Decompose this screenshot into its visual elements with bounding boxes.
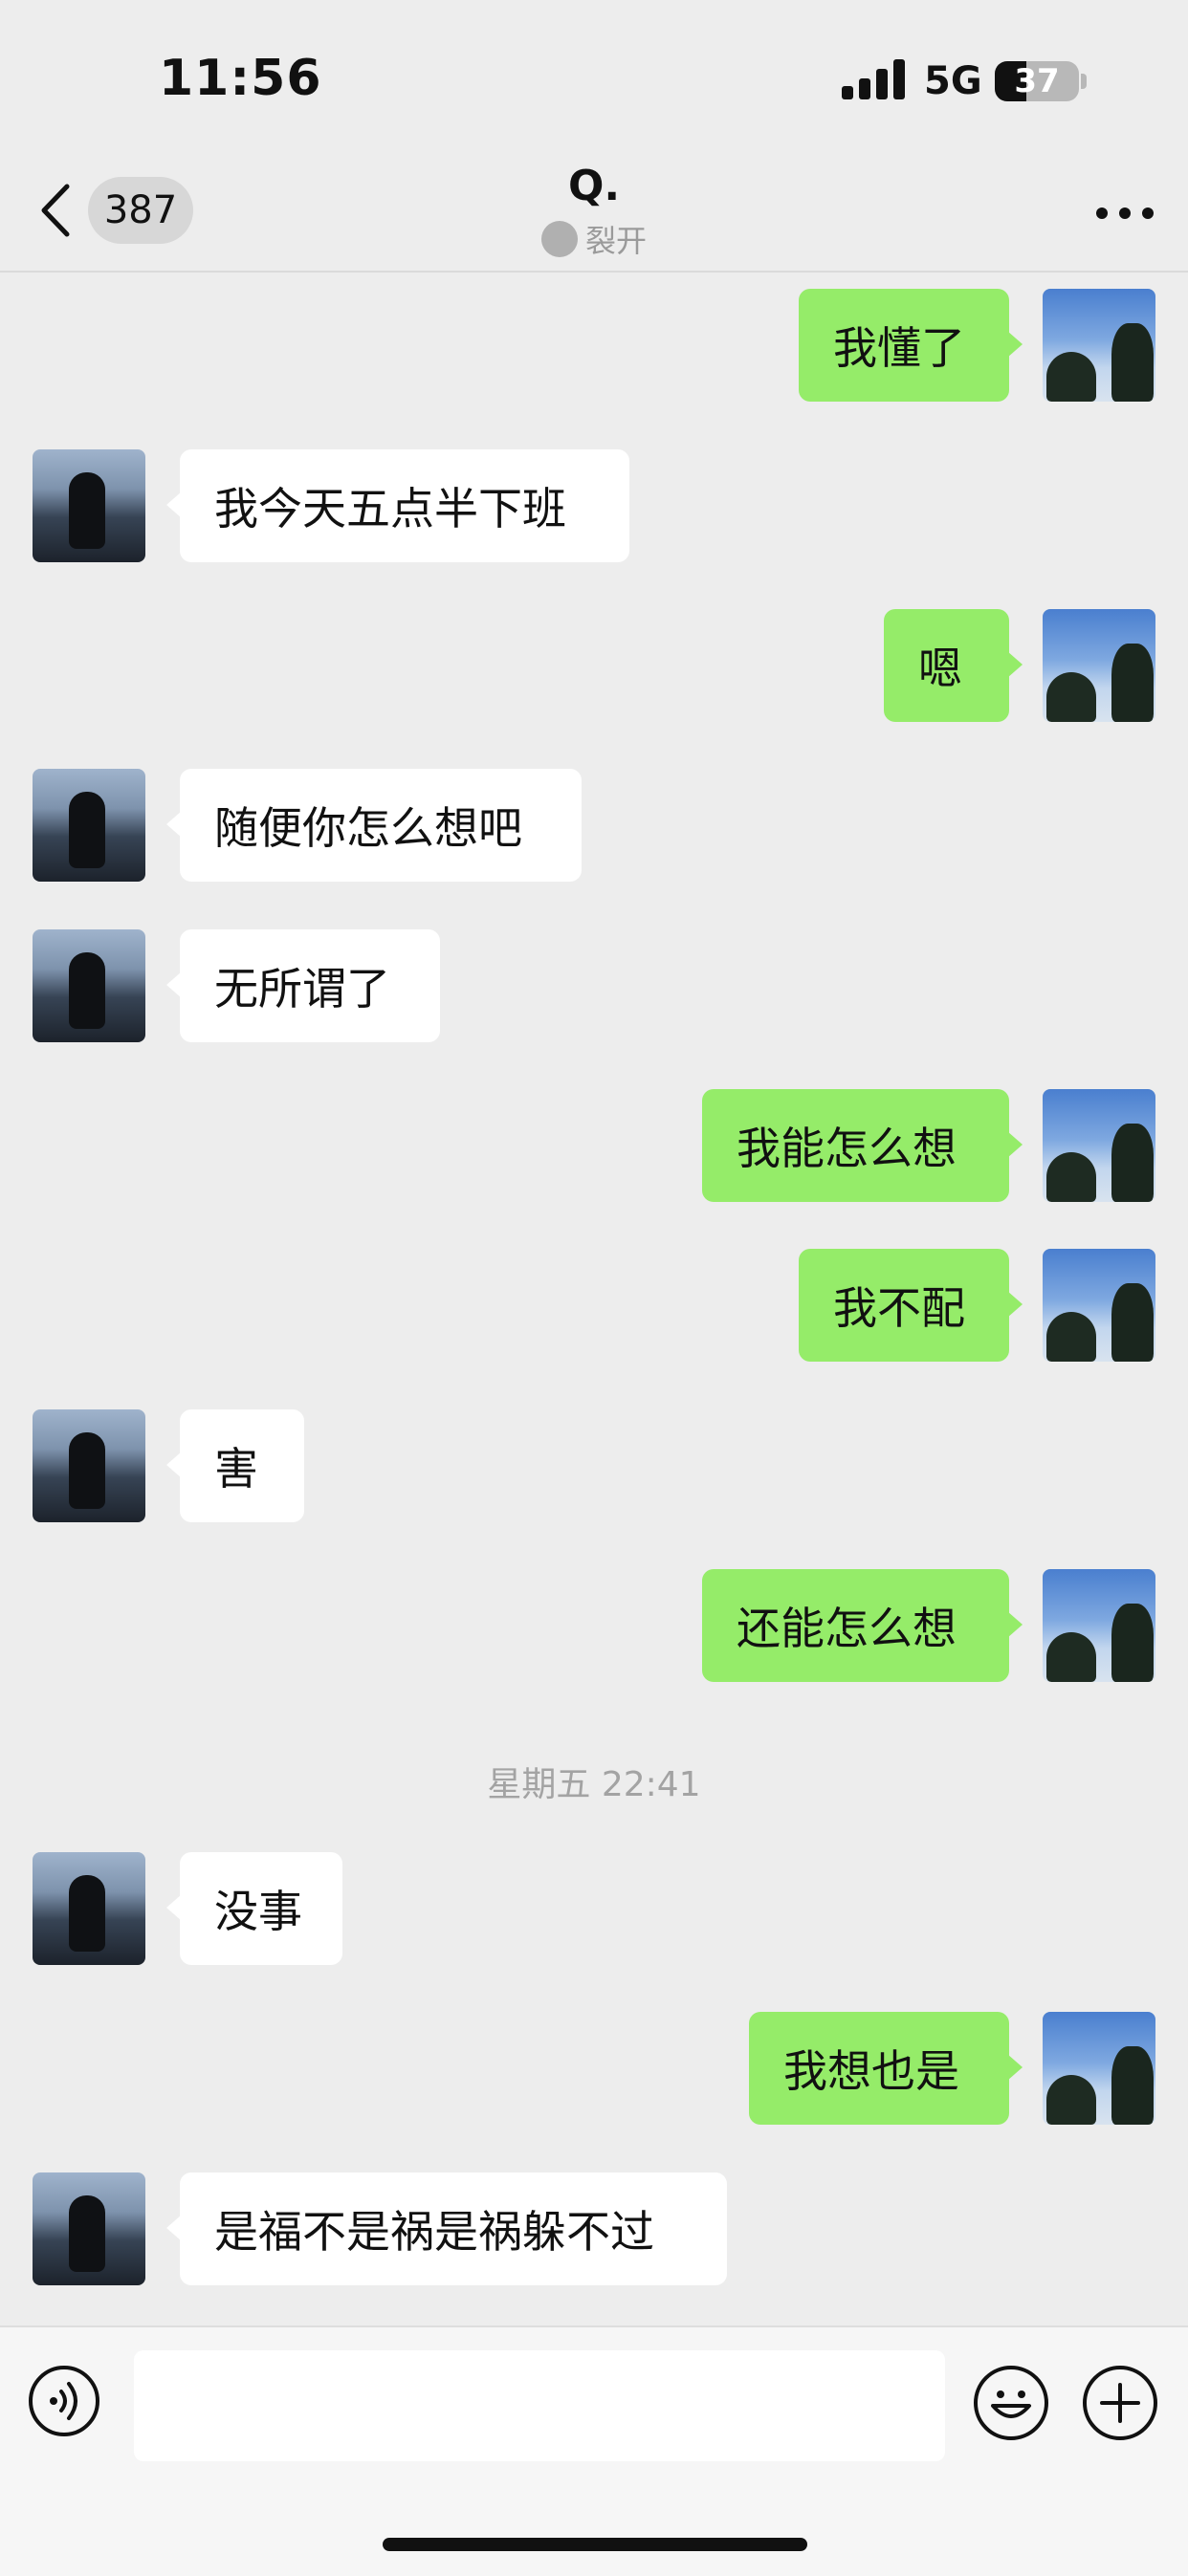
message-row-received: 没事 [0, 1852, 1188, 1965]
emoji-icon[interactable] [974, 2366, 1048, 2440]
voice-waves-icon [50, 2382, 77, 2420]
contact-avatar[interactable] [33, 2172, 145, 2285]
message-timestamp: 星期五 22:41 [487, 1765, 701, 1804]
message-row-received: 无所谓了 [0, 929, 1188, 1042]
message-bubble-sent[interactable]: 还能怎么想 [702, 1569, 1023, 1682]
contact-avatar[interactable] [33, 929, 145, 1042]
message-row-received: 我今天五点半下班 [0, 449, 1188, 562]
contact-avatar[interactable] [33, 769, 145, 882]
message-row-sent: 嗯 [0, 609, 1188, 722]
plus-icon [1100, 2383, 1140, 2423]
message-bubble-received[interactable]: 没事 [166, 1852, 342, 1965]
contact-avatar[interactable] [33, 1409, 145, 1522]
contact-avatar[interactable] [33, 1852, 145, 1965]
my-avatar[interactable] [1043, 289, 1155, 402]
message-bubble-received[interactable]: 随便你怎么想吧 [166, 769, 582, 882]
message-row-sent: 我想也是 [0, 2012, 1188, 2125]
smiley-face-icon [991, 2390, 1031, 2418]
my-avatar[interactable] [1043, 1249, 1155, 1362]
message-bubble-sent[interactable]: 我不配 [799, 1249, 1023, 1362]
my-avatar[interactable] [1043, 609, 1155, 722]
more-actions-plus-icon[interactable] [1083, 2366, 1157, 2440]
more-options-icon[interactable] [1096, 207, 1154, 219]
message-bubble-sent[interactable]: 我能怎么想 [702, 1089, 1023, 1202]
chat-status-text: 裂开 [584, 223, 647, 259]
status-bar: 11:56 5G 37 [0, 0, 1188, 158]
message-row-received: 是福不是祸是祸躲不过 [0, 2172, 1188, 2285]
home-indicator[interactable] [383, 2538, 807, 2551]
voice-input-icon[interactable] [29, 2366, 99, 2436]
signal-icon [842, 59, 905, 99]
message-row-received: 随便你怎么想吧 [0, 769, 1188, 882]
message-input[interactable] [134, 2350, 945, 2461]
battery-tip [1081, 74, 1087, 89]
my-avatar[interactable] [1043, 2012, 1155, 2125]
message-row-sent: 还能怎么想 [0, 1569, 1188, 1682]
chat-title[interactable]: Q. [0, 162, 1188, 210]
message-bubble-received[interactable]: 是福不是祸是祸躲不过 [166, 2172, 727, 2285]
contact-avatar[interactable] [33, 449, 145, 562]
chat-header: 387 Q. 裂开 [0, 158, 1188, 273]
message-bubble-sent[interactable]: 我懂了 [799, 289, 1023, 402]
status-emoji-icon [540, 221, 578, 257]
message-bubble-received[interactable]: 无所谓了 [166, 929, 440, 1042]
message-row-sent: 我懂了 [0, 289, 1188, 402]
battery-icon: 37 [995, 61, 1079, 101]
message-bubble-sent[interactable]: 嗯 [884, 609, 1023, 722]
my-avatar[interactable] [1043, 1569, 1155, 1682]
message-row-received: 害 [0, 1409, 1188, 1522]
message-list[interactable]: 我懂了 我今天五点半下班 嗯 随便你怎么想吧 无所谓了 我能怎么想 我不配 害 … [0, 273, 1188, 2324]
status-time: 11:56 [159, 50, 322, 107]
message-bubble-sent[interactable]: 我想也是 [749, 2012, 1023, 2125]
network-type: 5G [924, 59, 982, 103]
message-bubble-received[interactable]: 害 [166, 1409, 304, 1522]
chat-status: 裂开 [0, 217, 1188, 261]
message-bubble-received[interactable]: 我今天五点半下班 [166, 449, 629, 562]
battery-level: 37 [1014, 62, 1060, 100]
my-avatar[interactable] [1043, 1089, 1155, 1202]
message-row-sent: 我能怎么想 [0, 1089, 1188, 1202]
message-row-sent: 我不配 [0, 1249, 1188, 1362]
